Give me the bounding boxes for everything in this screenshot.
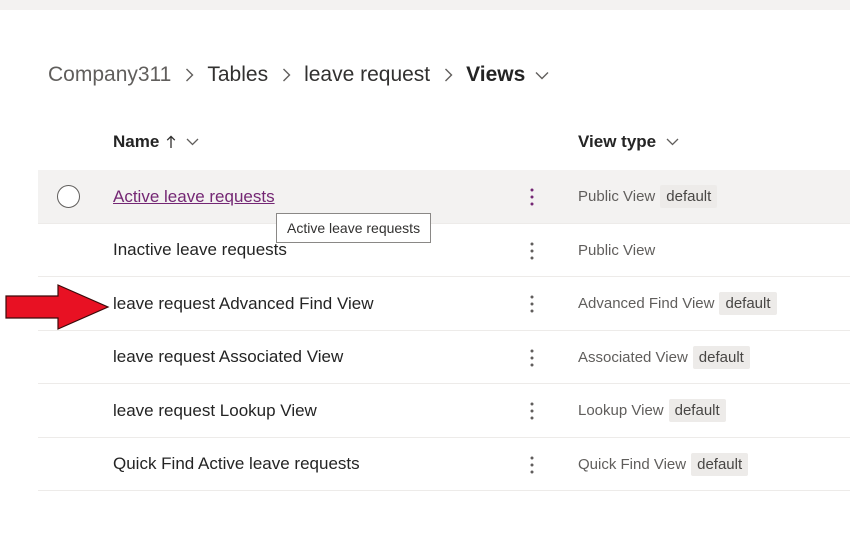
- tooltip: Active leave requests: [276, 213, 432, 243]
- default-badge: default: [692, 345, 750, 369]
- table-row[interactable]: Inactive leave requests Public View: [38, 224, 850, 277]
- row-view-type-label: Public View: [578, 241, 656, 259]
- breadcrumb-item-company[interactable]: Company311: [48, 63, 171, 87]
- more-vertical-icon[interactable]: [518, 183, 546, 211]
- row-view-type-label: Lookup View: [578, 402, 664, 419]
- row-view-type-label: Public View: [578, 188, 656, 205]
- chevron-down-icon[interactable]: [535, 71, 549, 80]
- row-name[interactable]: Quick Find Active leave requests: [113, 438, 360, 491]
- table-row[interactable]: leave request Associated View Associated…: [38, 331, 850, 384]
- default-badge: default: [719, 292, 777, 315]
- table-row[interactable]: leave request Advanced Find View Advance…: [38, 277, 850, 331]
- chevron-right-icon: [171, 58, 207, 92]
- column-header-name-label: Name: [113, 132, 160, 151]
- row-name[interactable]: Inactive leave requests: [113, 224, 287, 277]
- row-view-type: Public View: [578, 224, 655, 277]
- more-vertical-icon[interactable]: [518, 397, 546, 425]
- breadcrumb: Company311 Tables leave request Views: [48, 58, 549, 92]
- row-view-type: Public View default: [578, 170, 718, 223]
- default-badge: default: [691, 452, 749, 476]
- row-view-type: Lookup View default: [578, 384, 726, 437]
- row-name[interactable]: leave request Advanced Find View: [113, 277, 374, 330]
- default-badge: default: [660, 185, 718, 208]
- chevron-right-icon: [430, 58, 466, 92]
- row-view-type-label: Quick Find View: [578, 455, 687, 473]
- column-header-view-type[interactable]: View type: [578, 122, 679, 162]
- column-header-name[interactable]: Name: [113, 122, 199, 162]
- column-header-view-type-label: View type: [578, 132, 657, 151]
- more-vertical-icon[interactable]: [518, 451, 546, 479]
- circle-checkbox-icon[interactable]: [57, 185, 80, 208]
- row-view-type-label: Advanced Find View: [578, 295, 715, 312]
- breadcrumb-item-leave-request[interactable]: leave request: [304, 63, 430, 87]
- more-vertical-icon[interactable]: [518, 344, 546, 372]
- row-name[interactable]: leave request Lookup View: [113, 384, 317, 437]
- chevron-down-icon[interactable]: [666, 138, 679, 146]
- table-row[interactable]: Active leave requests Public View default: [38, 170, 850, 224]
- more-vertical-icon[interactable]: [518, 290, 546, 318]
- default-badge: default: [668, 399, 726, 422]
- table-header: Name View type: [38, 122, 850, 162]
- chevron-right-icon: [268, 58, 304, 92]
- table-row[interactable]: leave request Lookup View Lookup View def…: [38, 384, 850, 438]
- chevron-down-icon[interactable]: [186, 138, 199, 146]
- breadcrumb-current-views[interactable]: Views: [466, 63, 525, 87]
- row-name-link[interactable]: Active leave requests: [113, 170, 275, 223]
- breadcrumb-item-tables[interactable]: Tables: [207, 63, 268, 87]
- row-view-type: Quick Find View default: [578, 438, 749, 491]
- red-arrow-icon: [5, 284, 110, 330]
- row-view-type-label: Associated View: [578, 348, 688, 366]
- views-table: Active leave requests Public View default…: [38, 170, 850, 491]
- top-bar: [0, 0, 850, 10]
- table-row[interactable]: Quick Find Active leave requests Quick F…: [38, 438, 850, 491]
- row-view-type: Advanced Find View default: [578, 277, 777, 330]
- more-vertical-icon[interactable]: [518, 237, 546, 265]
- arrow-up-icon: [166, 135, 176, 149]
- row-name[interactable]: leave request Associated View: [113, 331, 343, 384]
- row-view-type: Associated View default: [578, 331, 750, 384]
